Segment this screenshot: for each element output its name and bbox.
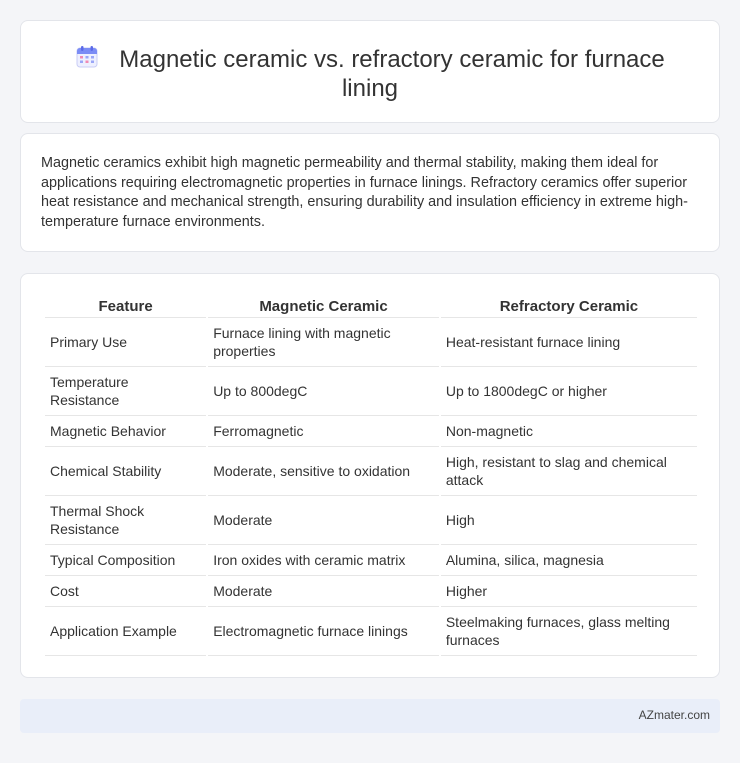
magnetic-cell: Iron oxides with ceramic matrix [208, 545, 439, 576]
page-title: Magnetic ceramic vs. refractory ceramic … [119, 46, 665, 102]
header-magnetic-ceramic: Magnetic Ceramic [208, 296, 439, 318]
refractory-cell: Heat-resistant furnace lining [440, 318, 697, 367]
feature-cell: Thermal Shock Resistance [45, 496, 207, 545]
feature-cell: Magnetic Behavior [45, 416, 207, 447]
refractory-cell: Non-magnetic [440, 416, 697, 447]
magnetic-cell: Up to 800degC [208, 367, 439, 416]
feature-cell: Cost [45, 576, 207, 607]
feature-cell: Primary Use [45, 318, 207, 367]
feature-cell: Chemical Stability [45, 447, 207, 496]
refractory-cell: Alumina, silica, magnesia [440, 545, 697, 576]
footer-brand[interactable]: AZmater.com [639, 708, 710, 722]
intro-text: Magnetic ceramics exhibit high magnetic … [41, 155, 688, 230]
title-card: Magnetic ceramic vs. refractory ceramic … [20, 20, 720, 123]
header-refractory-ceramic: Refractory Ceramic [440, 296, 697, 318]
table-header-row: Feature Magnetic Ceramic Refractory Cera… [45, 296, 697, 318]
feature-cell: Application Example [45, 607, 207, 656]
refractory-cell: Up to 1800degC or higher [440, 367, 697, 416]
table-row: Primary Use Furnace lining with magnetic… [45, 318, 697, 367]
calendar-icon [76, 46, 98, 68]
footer: AZmater.com [20, 699, 720, 733]
magnetic-cell: Electromagnetic furnace linings [208, 607, 439, 656]
table-row: Temperature Resistance Up to 800degC Up … [45, 367, 697, 416]
refractory-cell: High, resistant to slag and chemical att… [440, 447, 697, 496]
comparison-card: Feature Magnetic Ceramic Refractory Cera… [20, 273, 720, 678]
magnetic-cell: Furnace lining with magnetic properties [208, 318, 439, 367]
table-row: Magnetic Behavior Ferromagnetic Non-magn… [45, 416, 697, 447]
magnetic-cell: Moderate [208, 576, 439, 607]
refractory-cell: High [440, 496, 697, 545]
table-row: Thermal Shock Resistance Moderate High [45, 496, 697, 545]
magnetic-cell: Moderate [208, 496, 439, 545]
feature-cell: Temperature Resistance [45, 367, 207, 416]
magnetic-cell: Ferromagnetic [208, 416, 439, 447]
header-feature: Feature [45, 296, 207, 318]
table-row: Typical Composition Iron oxides with cer… [45, 545, 697, 576]
feature-cell: Typical Composition [45, 545, 207, 576]
magnetic-cell: Moderate, sensitive to oxidation [208, 447, 439, 496]
page-title-wrap: Magnetic ceramic vs. refractory ceramic … [61, 45, 679, 103]
refractory-cell: Higher [440, 576, 697, 607]
table-row: Application Example Electromagnetic furn… [45, 607, 697, 656]
intro-card: Magnetic ceramics exhibit high magnetic … [20, 133, 720, 252]
refractory-cell: Steelmaking furnaces, glass melting furn… [440, 607, 697, 656]
comparison-table: Feature Magnetic Ceramic Refractory Cera… [43, 296, 699, 656]
table-row: Cost Moderate Higher [45, 576, 697, 607]
table-row: Chemical Stability Moderate, sensitive t… [45, 447, 697, 496]
